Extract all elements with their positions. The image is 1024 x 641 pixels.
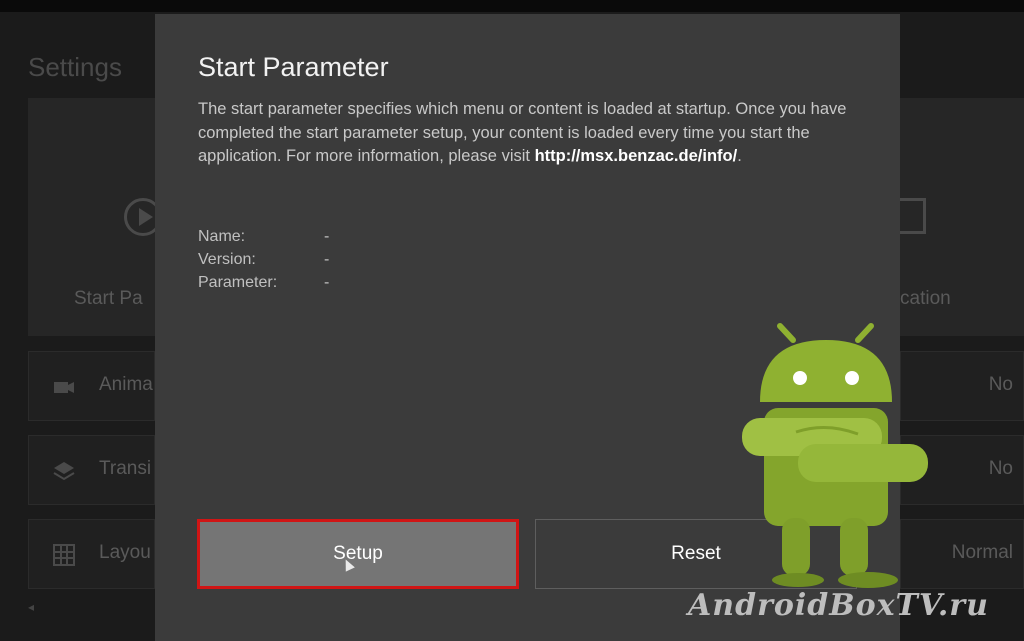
- start-parameter-tile[interactable]: Start Pa: [28, 98, 162, 336]
- exit-application-tile-label: cation: [900, 288, 951, 309]
- top-bar: [0, 0, 1024, 12]
- description-text: The start parameter specifies which menu…: [198, 100, 847, 165]
- grid-icon: [53, 544, 75, 566]
- description-end: .: [737, 147, 742, 165]
- name-value: -: [324, 228, 330, 245]
- android-mascot-icon: [742, 323, 928, 588]
- settings-row-value: No: [988, 374, 1013, 395]
- info-link[interactable]: http://msx.benzac.de/info/: [535, 147, 738, 165]
- name-label: Name:: [198, 228, 246, 245]
- settings-row-value: No: [988, 458, 1013, 479]
- settings-row-transition[interactable]: Transi: [28, 435, 155, 505]
- exit-application-tile[interactable]: cation: [900, 98, 1024, 336]
- parameter-value: -: [324, 274, 330, 291]
- settings-row-label: Layou: [99, 542, 151, 563]
- exit-icon: [900, 198, 926, 234]
- camera-icon: [54, 382, 74, 393]
- layers-icon: [53, 462, 75, 481]
- setup-button[interactable]: Setup: [197, 519, 519, 589]
- parameter-label: Parameter:: [198, 274, 278, 291]
- version-label: Version:: [198, 251, 256, 268]
- settings-row-value: Normal: [951, 542, 1013, 563]
- settings-title: Settings: [28, 52, 122, 82]
- settings-row-animation[interactable]: Anima: [28, 351, 155, 421]
- reset-button-label: Reset: [671, 543, 721, 564]
- start-parameter-tile-label: Start Pa: [74, 288, 143, 309]
- watermark-text: AndroidBoxTV.ru: [688, 588, 989, 623]
- dialog-description: The start parameter specifies which menu…: [198, 98, 858, 169]
- settings-row-label: Transi: [99, 458, 152, 479]
- settings-row-layout[interactable]: Layou: [28, 519, 155, 589]
- settings-row-label: Anima: [99, 374, 153, 395]
- version-value: -: [324, 251, 330, 268]
- scroll-left-icon: ◂: [28, 600, 35, 614]
- dialog-title: Start Parameter: [198, 52, 389, 82]
